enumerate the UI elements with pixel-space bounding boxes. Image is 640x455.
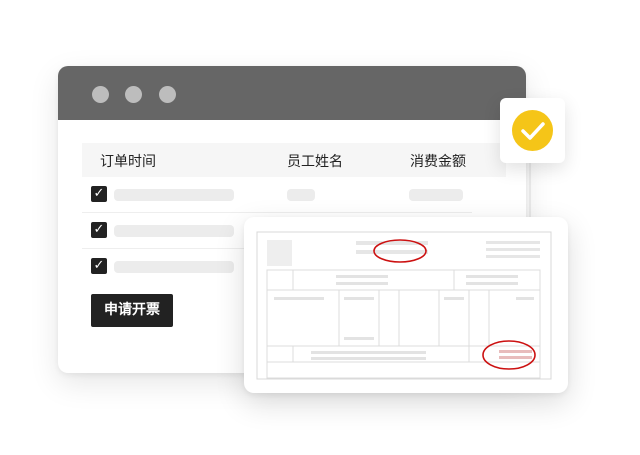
- table-row: ✓: [82, 177, 472, 213]
- placeholder-bar: [287, 189, 315, 201]
- invoice-preview-card: [244, 217, 568, 393]
- row-checkbox[interactable]: ✓: [91, 186, 107, 202]
- placeholder-bar: [114, 261, 234, 273]
- placeholder-bar: [114, 225, 234, 237]
- table-header: 订单时间 员工姓名 消费金额: [82, 143, 506, 177]
- window-titlebar: [58, 66, 526, 120]
- status-card: [500, 98, 565, 163]
- column-header-amount: 消费金额: [410, 154, 466, 170]
- invoice-document-illustration: [256, 231, 552, 380]
- window-control-dot[interactable]: [92, 86, 109, 103]
- connector-line: [529, 163, 531, 217]
- success-badge: [512, 110, 553, 151]
- column-header-order-time: 订单时间: [100, 154, 156, 170]
- row-checkbox[interactable]: ✓: [91, 258, 107, 274]
- window-control-dot[interactable]: [159, 86, 176, 103]
- checkmark-icon: [521, 122, 545, 140]
- placeholder-bar: [409, 189, 463, 201]
- placeholder-bar: [114, 189, 234, 201]
- column-header-employee-name: 员工姓名: [287, 154, 343, 170]
- window-control-dot[interactable]: [125, 86, 142, 103]
- row-checkbox[interactable]: ✓: [91, 222, 107, 238]
- apply-invoice-button[interactable]: 申请开票: [91, 294, 173, 327]
